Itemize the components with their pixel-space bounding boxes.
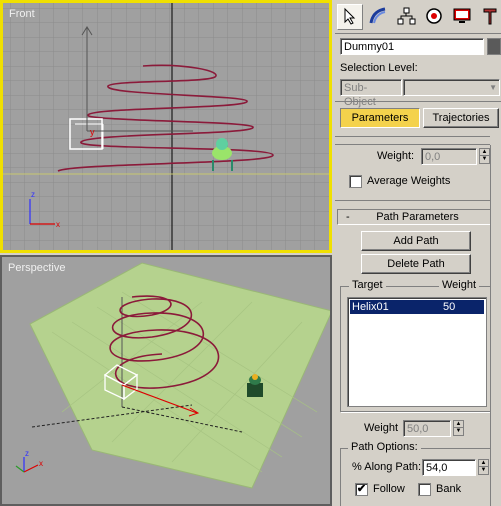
target-list[interactable]: Helix01 50 [347,297,487,407]
delete-path-button[interactable]: Delete Path [361,254,471,274]
utilities-icon [480,6,500,29]
viewport-label-perspective[interactable]: Perspective [8,262,65,274]
list-item[interactable]: Helix01 50 [350,300,484,314]
follow-checkbox[interactable]: ✔ [355,483,368,496]
perspective-scene: z x [15,262,330,489]
target-weight-field[interactable]: 50,0 [403,420,451,437]
weight-field[interactable]: 0,0 [421,148,477,165]
weight-label: Weight: [377,150,415,162]
along-path-field[interactable]: 54,0 [422,459,476,476]
target-weight-label: Weight [364,422,399,434]
front-viewport[interactable]: y z x Front [0,0,332,253]
average-weights-label: Average Weights [367,175,451,187]
rollout-toggle[interactable]: - [346,210,350,224]
utilities-tab[interactable] [477,4,501,30]
svg-text:z: z [31,190,35,199]
bank-checkbox[interactable] [418,483,431,496]
svg-text:x: x [39,459,43,468]
ground-plane [29,262,330,489]
modify-icon [368,6,388,29]
follow-label: Follow [373,483,405,495]
object-color-swatch[interactable] [487,38,501,55]
svg-text:z: z [25,449,29,458]
command-panel-scrollbar[interactable] [490,145,501,506]
bank-label: Bank [436,483,462,495]
perspective-viewport[interactable]: z x Perspective [0,255,332,506]
modify-tab[interactable] [365,4,391,30]
display-icon [452,6,472,29]
motion-tab[interactable] [421,4,447,30]
svg-text:x: x [56,220,60,229]
average-weights-checkbox[interactable] [349,175,362,188]
svg-text:y: y [90,127,95,137]
along-path-spinner[interactable]: ▲ ▼ [478,459,489,475]
target-weight: 50 [443,301,456,313]
create-tab[interactable] [337,4,363,30]
add-path-button[interactable]: Add Path [361,231,471,251]
path-options-label: Path Options: [348,441,421,453]
front-viewport-grid: y z x [3,3,329,250]
command-panel-tabs [335,0,501,34]
create-icon [340,6,360,29]
target-column-header: Target [349,279,386,291]
sub-object-button[interactable]: Sub-Object [340,79,402,108]
axis-tripod-perspective: z x [15,449,43,473]
command-panel: Dummy01 Selection Level: Sub-Object ▼ Pa… [335,0,501,506]
path-options-group [340,448,491,506]
weight-column-header: Weight [439,279,480,291]
weight-spinner[interactable]: ▲ ▼ [479,148,490,164]
sub-object-dropdown[interactable]: ▼ [403,79,500,96]
hierarchy-icon [396,6,416,29]
chevron-down-icon: ▼ [489,83,497,92]
selection-level-label: Selection Level: [340,62,418,74]
display-tab[interactable] [449,4,475,30]
tab-trajectories[interactable]: Trajectories [423,108,499,128]
rollout-title: Path Parameters [376,211,459,223]
object-name-field[interactable]: Dummy01 [340,38,484,55]
target-weight-spinner[interactable]: ▲ ▼ [453,420,464,436]
hierarchy-tab[interactable] [393,4,419,30]
target-name: Helix01 [352,301,389,313]
motion-icon [424,6,444,29]
viewport-label-front[interactable]: Front [9,8,35,20]
path-parameters-rollout[interactable]: - Path Parameters [337,209,498,225]
along-path-label: % Along Path: [352,461,422,473]
tab-parameters[interactable]: Parameters [340,108,420,128]
